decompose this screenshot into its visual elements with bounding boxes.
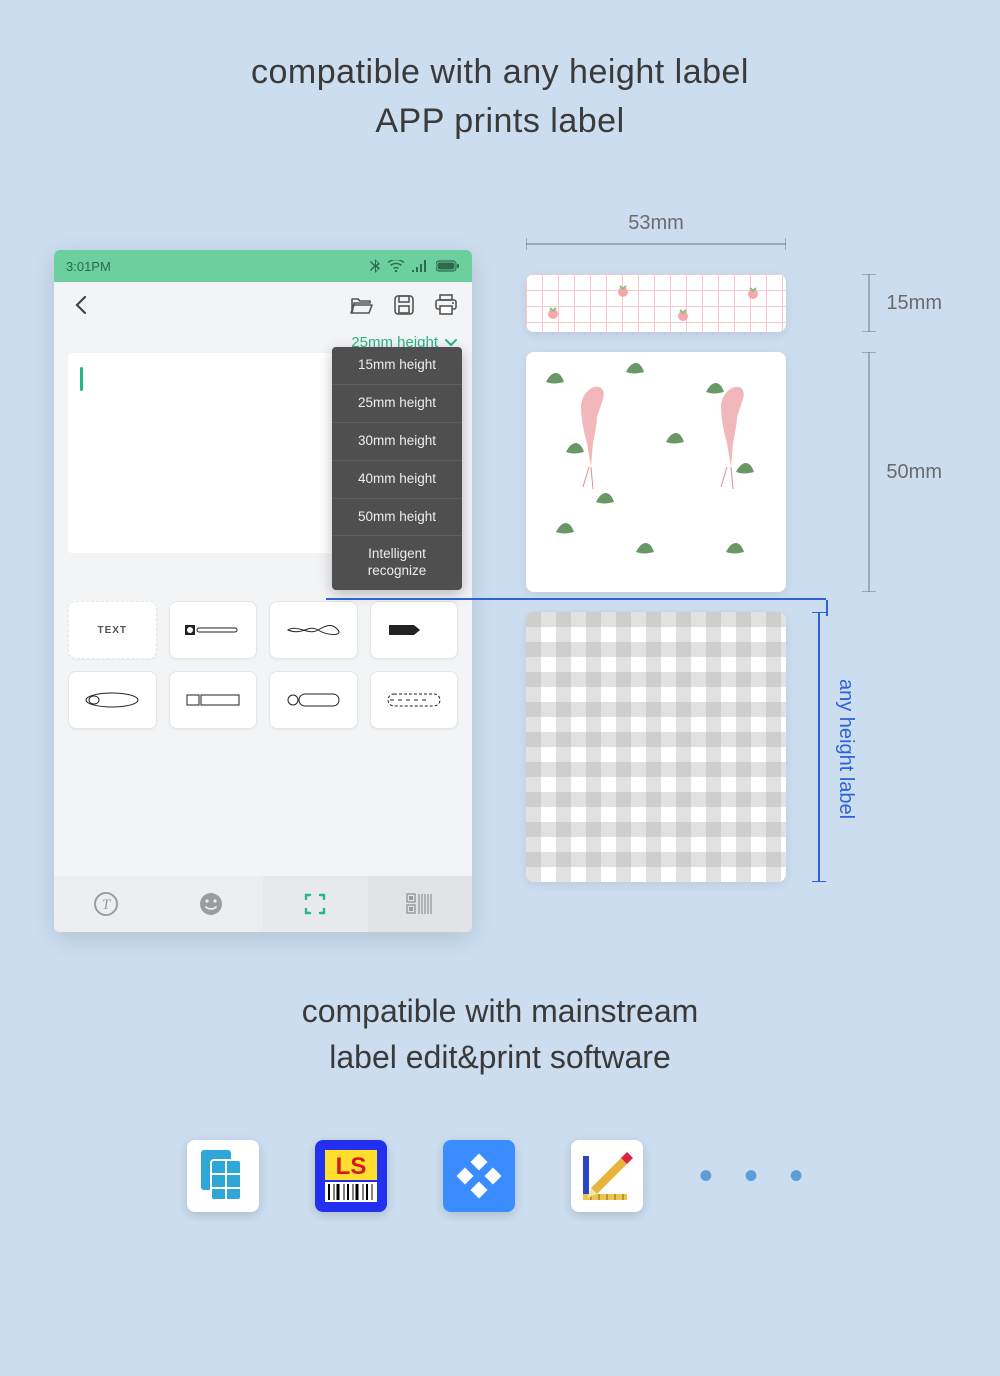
template-item[interactable] <box>370 671 459 729</box>
save-button[interactable] <box>390 291 418 319</box>
more-software-ellipsis: • • • <box>699 1154 813 1199</box>
qr-barcode-icon <box>406 893 434 915</box>
nav-frame[interactable] <box>263 876 368 932</box>
back-button[interactable] <box>66 291 94 319</box>
status-icons <box>370 259 460 273</box>
diamond-grid-icon <box>455 1152 503 1200</box>
template-item[interactable] <box>68 671 157 729</box>
print-button[interactable] <box>432 291 460 319</box>
dimension-50mm: 50mm <box>862 352 942 592</box>
template-grid: TEXT <box>54 587 472 743</box>
open-folder-button[interactable] <box>348 291 376 319</box>
smile-icon <box>198 891 224 917</box>
headline-line-1: compatible with any height label <box>0 48 1000 97</box>
dimension-15mm: 15mm <box>862 274 942 332</box>
status-bar: 3:01PM <box>54 250 472 282</box>
software-row: LS <box>0 1140 1000 1212</box>
ruler-pencil-icon <box>577 1146 637 1206</box>
bottom-nav: T <box>54 876 472 932</box>
phone-mockup: 3:01PM 25mm height <box>54 250 472 932</box>
height-option[interactable]: 15mm height <box>332 347 462 385</box>
dimension-15mm-text: 15mm <box>886 292 942 315</box>
height-dropdown: 15mm height 25mm height 30mm height 40mm… <box>332 347 462 590</box>
label-sample-15mm <box>526 274 786 332</box>
nav-emoji[interactable] <box>159 876 264 932</box>
nav-barcode[interactable] <box>368 876 473 932</box>
subhead-line-2: label edit&print software <box>0 1034 1000 1080</box>
nav-text[interactable]: T <box>54 876 159 932</box>
stage: 3:01PM 25mm height <box>54 250 946 932</box>
dimension-width: 53mm <box>526 212 786 235</box>
height-option[interactable]: 50mm height <box>332 499 462 537</box>
labels-grid-icon <box>197 1148 249 1204</box>
dimension-50mm-text: 50mm <box>886 461 942 484</box>
height-option[interactable]: Intelligent recognize <box>332 536 462 590</box>
printer-icon <box>434 294 458 316</box>
height-option[interactable]: 25mm height <box>332 385 462 423</box>
headline-line-2: APP prints label <box>0 97 1000 146</box>
chevron-left-icon <box>73 295 87 315</box>
svg-text:T: T <box>102 897 112 913</box>
template-item[interactable] <box>269 601 358 659</box>
label-sample-50mm <box>526 352 786 592</box>
software-icon-ruler-pencil <box>571 1140 643 1212</box>
connector-line <box>326 598 826 600</box>
height-option[interactable]: 30mm height <box>332 423 462 461</box>
any-height-bracket <box>812 612 826 882</box>
template-item[interactable] <box>370 601 459 659</box>
dimension-width-line <box>526 238 786 250</box>
template-item[interactable] <box>169 601 258 659</box>
wifi-icon <box>388 260 404 272</box>
ls-logo-text: LS <box>336 1153 367 1180</box>
frame-icon <box>302 891 328 917</box>
folder-open-icon <box>350 295 374 315</box>
signal-icon <box>412 260 428 272</box>
template-item[interactable] <box>169 671 258 729</box>
save-icon <box>393 294 415 316</box>
battery-icon <box>436 260 460 272</box>
template-item[interactable] <box>269 671 358 729</box>
software-icon-labels <box>187 1140 259 1212</box>
status-time: 3:01PM <box>66 259 111 274</box>
software-icon-diamonds <box>443 1140 515 1212</box>
template-text[interactable]: TEXT <box>68 601 157 659</box>
label-sample-any <box>526 612 786 882</box>
height-option[interactable]: 40mm height <box>332 461 462 499</box>
any-height-label: any height label <box>834 614 857 884</box>
app-top-bar <box>54 282 472 328</box>
software-icon-ls: LS <box>315 1140 387 1212</box>
text-italic-icon: T <box>93 891 119 917</box>
subhead-line-1: compatible with mainstream <box>0 988 1000 1034</box>
bluetooth-icon <box>370 259 380 273</box>
chevron-down-icon <box>444 338 458 348</box>
